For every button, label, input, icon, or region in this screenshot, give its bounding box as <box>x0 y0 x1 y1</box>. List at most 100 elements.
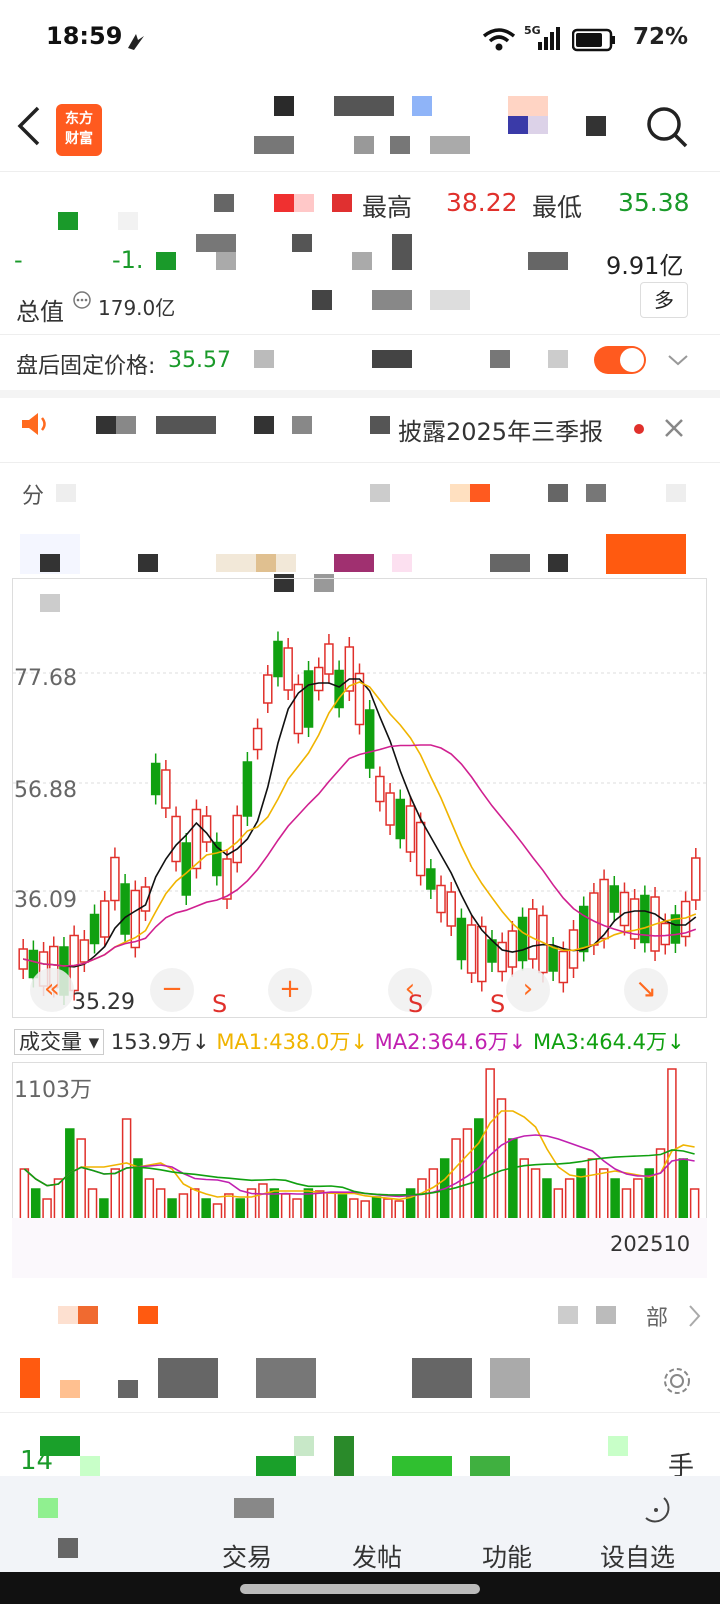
nav-function[interactable]: 功能 <box>482 1538 532 1574</box>
more-button[interactable]: 多 <box>640 282 688 318</box>
volume-bar <box>462 1128 473 1230</box>
candle <box>120 874 130 944</box>
volume-ma1: MA1:438.0万↓ <box>216 1030 368 1054</box>
candle <box>609 876 620 922</box>
speaker-icon <box>22 413 46 435</box>
nav-add-watchlist[interactable]: 设自选 <box>600 1538 675 1574</box>
candle <box>487 930 497 972</box>
candle <box>201 806 212 852</box>
low-marker: 35.29 <box>72 990 135 1015</box>
zoom-in-button[interactable]: + <box>268 968 312 1012</box>
candle <box>405 796 416 862</box>
sell-marker: S <box>490 990 506 1018</box>
candle <box>466 915 477 983</box>
candle <box>293 674 304 744</box>
battery-icon <box>572 28 615 52</box>
wifi-icon <box>482 28 516 51</box>
date-label: 202510 <box>610 1232 691 1256</box>
candle <box>110 847 120 911</box>
volume-selector-label: 成交量 <box>19 1030 82 1054</box>
divider <box>0 462 720 463</box>
notice-masked <box>96 416 396 436</box>
candle <box>273 631 283 687</box>
candle <box>507 921 518 977</box>
candle <box>395 789 406 849</box>
app-logo: 东方 财富 <box>56 104 102 156</box>
volume-ma3: MA3:464.4万↓ <box>532 1030 685 1054</box>
next-button[interactable]: › <box>506 968 550 1012</box>
candle <box>150 753 161 805</box>
volume-row-masked <box>156 232 606 276</box>
volume-bar <box>508 1138 518 1230</box>
low-label: 最低 <box>532 193 583 222</box>
market-row-masked <box>312 290 492 312</box>
reset-button[interactable]: ↘ <box>624 968 668 1012</box>
section-gap <box>0 390 720 398</box>
all-link[interactable]: 部 <box>646 1300 668 1332</box>
volume-bar <box>496 1098 507 1230</box>
candle <box>303 661 314 737</box>
sell-marker: S <box>212 990 228 1018</box>
y-label-high: 77.68 <box>14 666 77 691</box>
after-hours-toggle[interactable] <box>594 346 646 374</box>
volume-svg <box>19 1068 700 1230</box>
section-title-masked <box>58 1306 168 1326</box>
volume-bar <box>655 1148 666 1230</box>
function-icon[interactable] <box>638 1492 672 1526</box>
candle <box>477 916 487 992</box>
candle <box>578 896 589 962</box>
candle <box>497 932 507 982</box>
candle <box>354 663 365 735</box>
candle <box>691 848 701 910</box>
candle <box>181 833 191 905</box>
nav-trade[interactable]: 交易 <box>222 1538 272 1574</box>
change-value: -1. <box>112 246 144 274</box>
masked-link <box>558 1306 618 1326</box>
back-icon[interactable] <box>14 104 44 148</box>
search-icon[interactable] <box>644 104 690 150</box>
kline-chart[interactable] <box>12 578 707 1018</box>
candle <box>670 905 681 953</box>
volume-bar <box>76 1138 86 1230</box>
candle <box>222 849 232 909</box>
volume-chart[interactable] <box>12 1062 707 1230</box>
divider <box>0 334 720 335</box>
close-icon[interactable] <box>662 416 686 440</box>
amount-value: 9.91亿 <box>606 252 684 280</box>
status-time: 18:59 <box>46 22 123 50</box>
volume-bar <box>485 1068 495 1230</box>
nav-post[interactable]: 发帖 <box>352 1538 402 1574</box>
candle <box>364 700 375 778</box>
volume-bar <box>65 1128 75 1230</box>
row-masked <box>20 1358 530 1406</box>
scroll-left-button[interactable]: « <box>30 968 74 1012</box>
high-value: 38.22 <box>446 188 518 217</box>
after-hours-masked <box>254 350 574 370</box>
home-indicator[interactable] <box>240 1584 480 1594</box>
status-bar: 18:59 5G 72% <box>0 0 720 80</box>
volume-current: 153.9万↓ <box>110 1030 210 1054</box>
candle <box>528 899 538 969</box>
candle <box>456 908 467 970</box>
high-label: 最高 <box>362 193 413 222</box>
candle <box>619 882 630 936</box>
kline-svg <box>13 631 706 1005</box>
chevron-down-icon[interactable] <box>666 352 690 368</box>
candle <box>263 665 273 713</box>
candle <box>375 766 385 812</box>
chart-toolbar-masked <box>20 534 706 612</box>
candle <box>324 634 334 684</box>
sell-marker: S <box>408 990 424 1018</box>
info-icon[interactable] <box>72 290 92 310</box>
zoom-out-button[interactable]: − <box>150 968 194 1012</box>
candle <box>161 760 171 818</box>
tab-period[interactable]: 分 <box>22 478 44 510</box>
candle <box>89 904 100 954</box>
candle <box>99 891 110 947</box>
settings-icon[interactable] <box>662 1366 692 1396</box>
candle <box>171 806 181 872</box>
volume-selector[interactable]: 成交量 ▾ <box>14 1029 105 1055</box>
after-hours-label: 盘后固定价格: <box>16 354 156 379</box>
chevron-right-icon[interactable] <box>688 1304 702 1328</box>
y-label-mid: 56.88 <box>14 778 77 803</box>
